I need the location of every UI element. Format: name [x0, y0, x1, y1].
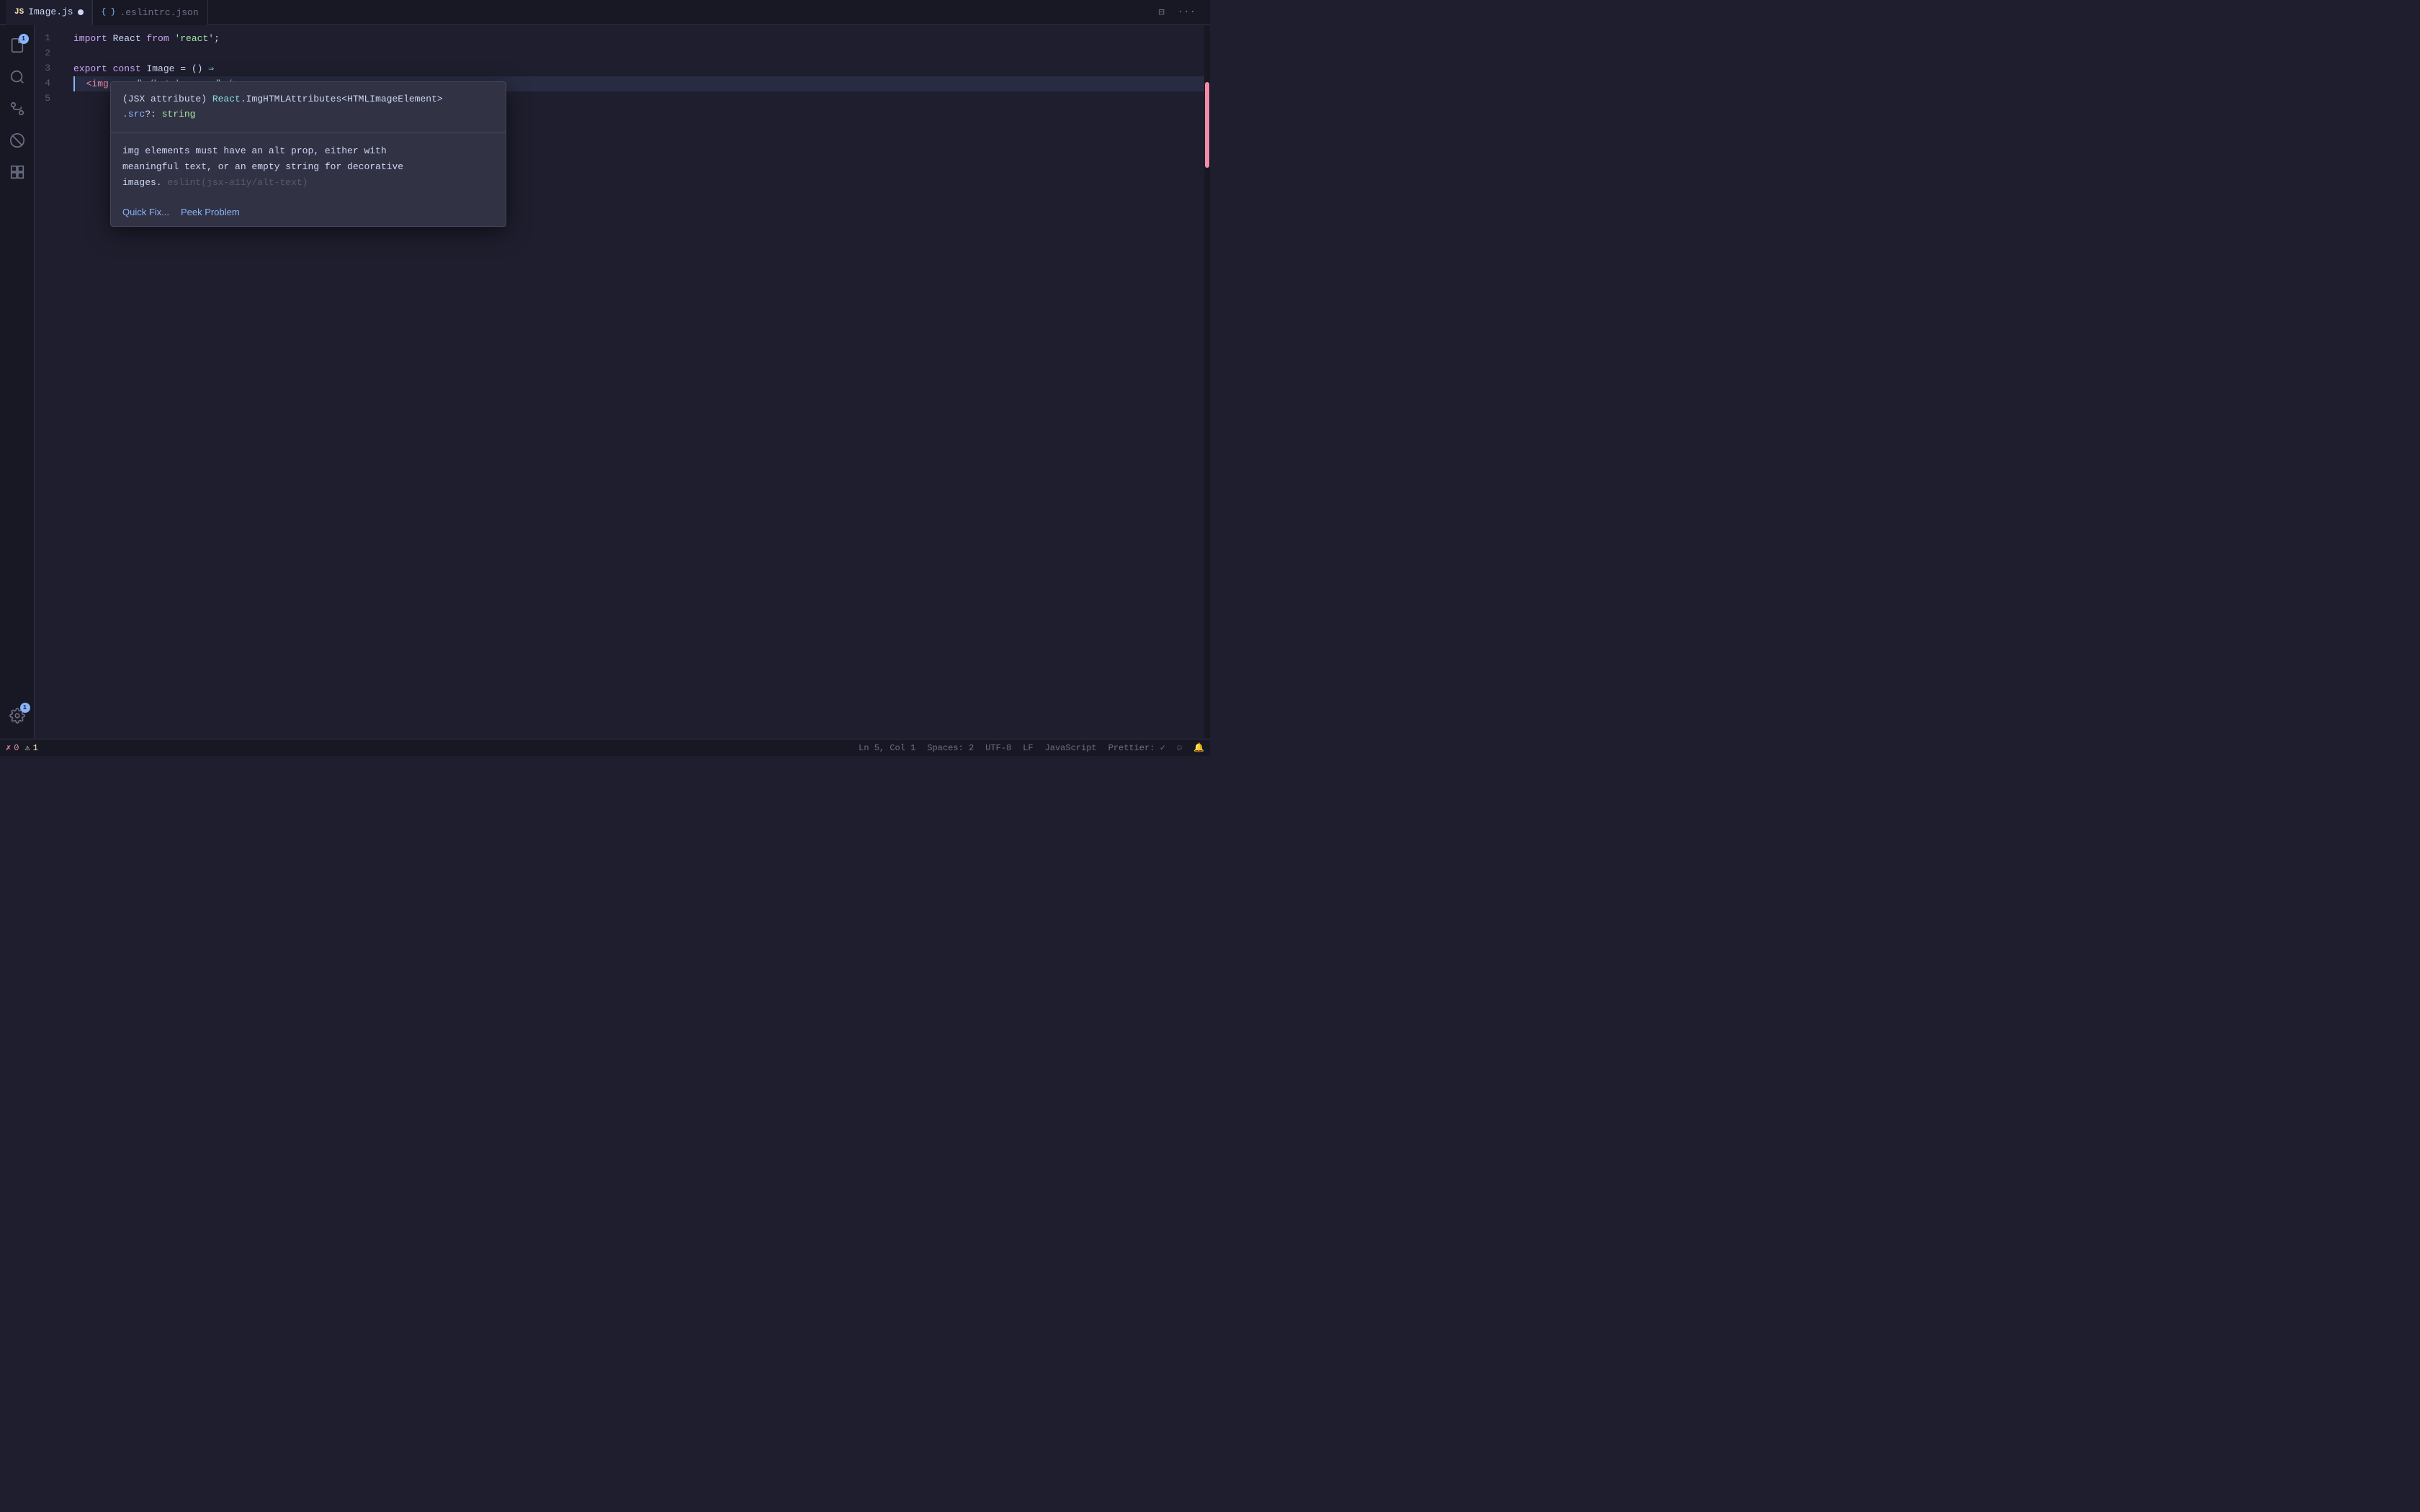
status-prettier[interactable]: Prettier: ✓	[1108, 742, 1165, 753]
warning-icon: ⚠	[24, 742, 30, 753]
tab-image-js-label: Image.js	[28, 6, 73, 17]
quick-fix-button[interactable]: Quick Fix...	[122, 207, 169, 217]
tooltip-error-section: img elements must have an alt prop, eith…	[111, 133, 506, 201]
status-left: ✗ 0 ⚠ 1	[6, 742, 38, 753]
line-numbers: 1 2 3 4 5	[35, 31, 71, 733]
scrollbar-thumb	[1205, 82, 1209, 168]
token-semi1: ;	[214, 31, 220, 46]
activity-search[interactable]	[3, 63, 32, 91]
status-line-ending[interactable]: LF	[1023, 743, 1033, 753]
line-number-4: 4	[35, 76, 59, 91]
activity-files[interactable]	[3, 31, 32, 60]
token-react-str: 'react'	[174, 31, 214, 46]
token-img-open: <img	[86, 76, 109, 91]
editor-area: 1 2 3 4 5 import React from 'react'	[35, 25, 1210, 739]
line-number-5: 5	[35, 91, 59, 107]
status-language[interactable]: JavaScript	[1045, 743, 1097, 753]
tooltip-react-label: React	[212, 94, 241, 104]
tooltip-type-section: (JSX attribute) React.ImgHTMLAttributes<…	[111, 82, 506, 133]
tab-image-js[interactable]: JS Image.js	[6, 0, 93, 25]
status-bar: ✗ 0 ⚠ 1 Ln 5, Col 1 Spaces: 2 UTF-8 LF J…	[0, 739, 1210, 756]
warning-count: 1	[33, 743, 38, 753]
error-count: 0	[14, 743, 19, 753]
activity-settings[interactable]	[3, 701, 32, 730]
token-export: export	[73, 61, 107, 76]
code-line-1: import React from 'react' ;	[73, 31, 1210, 46]
more-actions-icon[interactable]: ···	[1175, 4, 1198, 21]
json-file-icon: { }	[102, 8, 116, 17]
status-spaces[interactable]: Spaces: 2	[927, 743, 974, 753]
tooltip-eslint-rule: eslint(jsx-a11y/alt-text)	[167, 177, 308, 188]
tooltip-opt: ?:	[145, 109, 161, 120]
editor-content: 1 2 3 4 5 import React from 'react'	[35, 25, 1210, 739]
status-bell[interactable]: 🔔	[1193, 742, 1204, 753]
code-line-2	[73, 46, 1210, 61]
token-from: from	[146, 31, 169, 46]
tabs-container: JS Image.js { } .eslintrc.json	[6, 0, 1155, 25]
tooltip-jsx-label: (JSX attribute)	[122, 94, 212, 104]
token-space1: React	[107, 31, 147, 46]
tooltip-interface-label: .ImgHTMLAttributes<HTMLImageElement>	[241, 94, 443, 104]
status-right: Ln 5, Col 1 Spaces: 2 UTF-8 LF JavaScrip…	[859, 742, 1204, 753]
error-icon: ✗	[6, 742, 11, 753]
activity-debug[interactable]	[3, 126, 32, 155]
token-arrow: ⇒	[208, 61, 214, 76]
activity-extensions[interactable]	[3, 158, 32, 186]
status-smiley[interactable]: ☺	[1177, 743, 1182, 753]
title-bar: JS Image.js { } .eslintrc.json ⊟ ···	[0, 0, 1210, 25]
token-import: import	[73, 31, 107, 46]
token-space2	[169, 31, 175, 46]
line-number-2: 2	[35, 46, 59, 61]
code-line-3: export const Image = () ⇒	[73, 61, 1210, 76]
tooltip-type-label: string	[162, 109, 196, 120]
tab-eslintrc-label: .eslintrc.json	[120, 7, 198, 18]
status-encoding[interactable]: UTF-8	[985, 743, 1011, 753]
activity-bar	[0, 25, 35, 739]
editor-scrollbar[interactable]	[1204, 25, 1210, 739]
js-file-icon: JS	[14, 8, 24, 17]
line-number-1: 1	[35, 31, 59, 46]
token-indent	[75, 76, 86, 91]
activity-bottom	[3, 701, 32, 739]
status-errors[interactable]: ✗ 0	[6, 742, 19, 753]
code-lines[interactable]: import React from 'react' ; export const	[71, 31, 1210, 733]
tooltip-actions: Quick Fix... Peek Problem	[111, 201, 506, 226]
token-equals: = ()	[180, 61, 208, 76]
app-container: JS Image.js { } .eslintrc.json ⊟ ···	[0, 0, 1210, 756]
tab-eslintrc[interactable]: { } .eslintrc.json	[93, 0, 208, 25]
split-editor-icon[interactable]: ⊟	[1155, 4, 1167, 22]
token-const: const	[113, 61, 141, 76]
token-image-name: Image	[141, 61, 181, 76]
peek-problem-button[interactable]: Peek Problem	[181, 207, 240, 217]
title-bar-right: ⊟ ···	[1155, 4, 1204, 22]
activity-source-control[interactable]	[3, 94, 32, 123]
token-space3	[107, 61, 113, 76]
status-position[interactable]: Ln 5, Col 1	[859, 743, 915, 753]
tab-dirty-indicator	[78, 9, 84, 15]
status-warnings[interactable]: ⚠ 1	[24, 742, 37, 753]
line-number-3: 3	[35, 61, 59, 76]
tooltip-src-label: .src	[122, 109, 145, 120]
tooltip-popup: (JSX attribute) React.ImgHTMLAttributes<…	[110, 81, 506, 227]
main-layout: 1 2 3 4 5 import React from 'react'	[0, 25, 1210, 739]
